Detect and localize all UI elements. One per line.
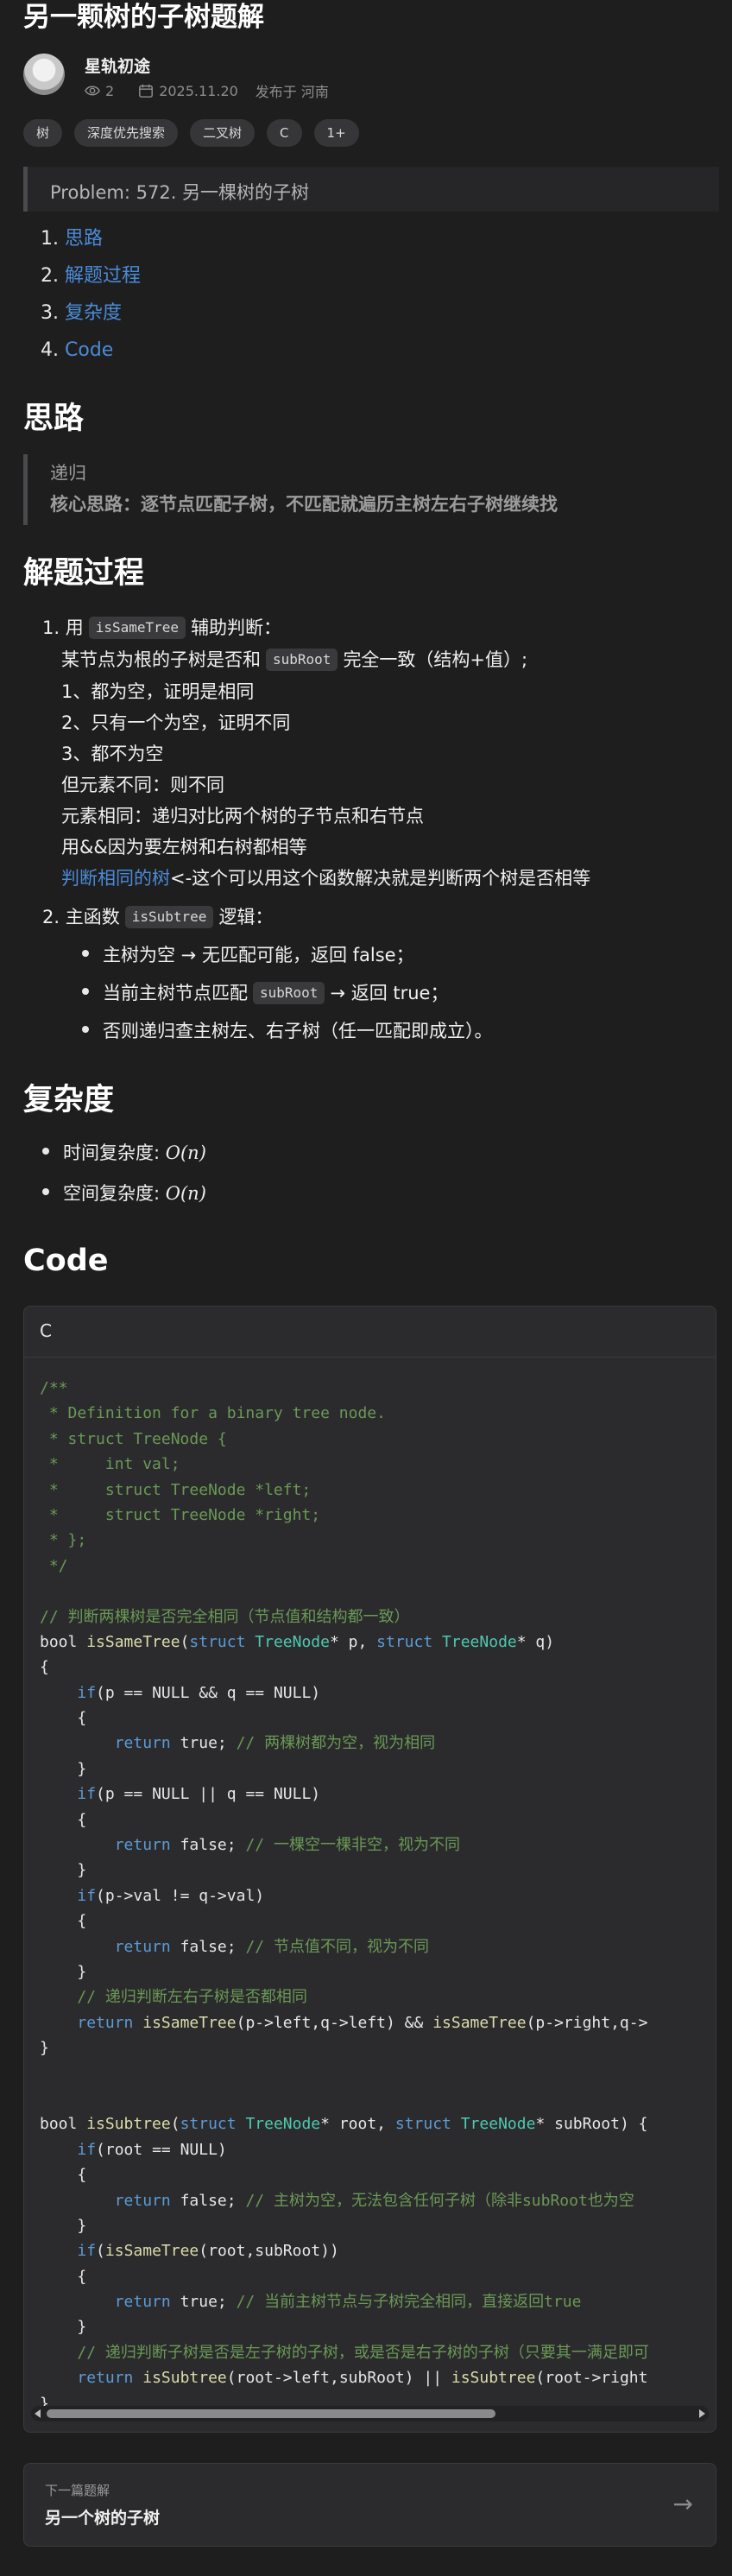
space-complexity: O(n)	[165, 1183, 206, 1204]
code-block-header: C	[24, 1307, 716, 1358]
code-line: if(p == NULL || q == NULL)	[77, 1785, 321, 1804]
toc-link-idea[interactable]: 思路	[65, 228, 103, 250]
next-solution-label: 下一篇题解	[45, 2483, 110, 2498]
section-heading-idea: 思路	[23, 402, 85, 436]
table-of-contents: 1. 思路 2. 解题过程 3. 复杂度 4. Code	[41, 225, 141, 373]
author-name[interactable]: 星轨初途	[85, 54, 150, 77]
code-line: // 递归判断左右子树是否都相同	[77, 1988, 307, 2007]
code-line: return true; // 两棵树都为空，视为相同	[114, 1734, 436, 1753]
section-heading-process: 解题过程	[23, 556, 145, 591]
arrow-right-icon: →	[672, 2490, 693, 2518]
idea-quote-line2: 核心思路：逐节点匹配子树，不匹配就遍历主树左右子树继续找	[50, 494, 558, 515]
code-line: {	[40, 2267, 87, 2286]
code-line: {	[40, 1709, 87, 1728]
code-line: }	[40, 2318, 87, 2337]
code-line: * struct TreeNode {	[40, 1429, 227, 1448]
post-date: 2025.11.20	[159, 82, 238, 99]
code-line: * struct TreeNode *left;	[40, 1480, 312, 1499]
calendar-icon	[139, 84, 154, 98]
same-tree-link[interactable]: 判断相同的树	[61, 868, 170, 889]
tag-c[interactable]: C	[267, 119, 302, 147]
toc-link-process[interactable]: 解题过程	[65, 265, 141, 287]
next-solution-title: 另一个树的子树	[45, 2509, 161, 2528]
toc-item: 2. 解题过程	[41, 265, 142, 287]
code-line: bool isSameTree(struct TreeNode* p, stru…	[40, 1632, 555, 1651]
toc-item: 3. 复杂度	[41, 302, 123, 324]
scroll-right-arrow-icon[interactable]	[699, 2409, 705, 2418]
code-line: if(p->val != q->val)	[77, 1886, 265, 1905]
code-line: return false; // 节点值不同，视为不同	[114, 1937, 429, 1956]
post-meta: 2 2025.11.20 发布于 河南	[85, 80, 329, 101]
code-line: * struct TreeNode *right;	[40, 1505, 321, 1524]
code-line: if(isSameTree(root,subRoot))	[77, 2242, 339, 2261]
inline-code: subRoot	[266, 649, 338, 671]
toc-link-code[interactable]: Code	[65, 339, 113, 361]
idea-quote-line1: 递归	[50, 463, 86, 484]
code-line: }	[40, 1861, 87, 1880]
toc-link-complexity[interactable]: 复杂度	[65, 302, 122, 324]
code-line: }	[40, 2039, 49, 2058]
section-heading-code: Code	[23, 1244, 109, 1278]
page-title: 另一颗树的子树题解	[23, 2, 264, 33]
code-line: * };	[40, 1531, 87, 1550]
inline-code: isSubtree	[124, 906, 214, 928]
code-line: }	[40, 1759, 87, 1778]
tag-list: 树 深度优先搜索 二叉树 C 1+	[23, 119, 359, 147]
scroll-left-arrow-icon[interactable]	[35, 2409, 41, 2418]
code-line: {	[40, 1912, 87, 1931]
code-line: bool isSubtree(struct TreeNode* root, st…	[40, 2115, 648, 2134]
inline-code: subRoot	[253, 982, 325, 1004]
idea-quote: 递归 核心思路：逐节点匹配子树，不匹配就遍历主树左右子树继续找	[23, 454, 719, 525]
code-language: C	[40, 1320, 52, 1341]
tag-binary-tree[interactable]: 二叉树	[190, 119, 256, 147]
tag-tree[interactable]: 树	[23, 119, 63, 147]
code-line: if(root == NULL)	[77, 2140, 227, 2159]
next-solution-card[interactable]: 下一篇题解 另一个树的子树 →	[23, 2463, 716, 2547]
code-line: return false; // 一棵空一棵非空，视为不同	[114, 1836, 460, 1855]
code-line: return isSameTree(p->left,q->left) && is…	[77, 2013, 648, 2032]
problem-quote: Problem: 572. 另一棵树的子树	[23, 167, 719, 212]
code-line: {	[40, 1810, 87, 1829]
scrollbar-thumb[interactable]	[47, 2409, 495, 2418]
time-complexity: O(n)	[165, 1142, 206, 1163]
code-line: return false; // 主树为空，无法包含任何子树（除非subRoot…	[114, 2191, 634, 2210]
section-heading-complexity: 复杂度	[23, 1083, 115, 1117]
code-line: {	[40, 2166, 87, 2185]
code-block: C /** * Definition for a binary tree nod…	[23, 1306, 716, 2433]
problem-title: Problem: 572. 另一棵树的子树	[50, 182, 310, 203]
code-line: * int val;	[40, 1455, 180, 1474]
code-line: return true; // 当前主树节点与子树完全相同，直接返回true	[114, 2293, 582, 2312]
code-line: if(p == NULL && q == NULL)	[77, 1683, 321, 1702]
inline-code: isSameTree	[88, 617, 186, 639]
tag-more[interactable]: 1+	[313, 119, 359, 147]
eye-icon	[85, 85, 100, 96]
tag-dfs[interactable]: 深度优先搜索	[74, 119, 179, 147]
code-content[interactable]: /** * Definition for a binary tree node.…	[40, 1376, 716, 2416]
code-line: /**	[40, 1379, 68, 1397]
code-line: {	[40, 1658, 49, 1677]
code-line: */	[40, 1556, 68, 1575]
horizontal-scrollbar[interactable]	[31, 2406, 709, 2421]
code-line: * Definition for a binary tree node.	[40, 1404, 386, 1423]
code-line: // 递归判断子树是否是左子树的子树，或是否是右子树的子树（只要其一满足即可	[77, 2343, 649, 2362]
toc-item: 4. Code	[41, 339, 114, 361]
code-line: }	[40, 2216, 87, 2235]
code-line: // 判断两棵树是否完全相同（节点值和结构都一致）	[40, 1607, 410, 1626]
post-location: 发布于 河南	[255, 84, 329, 100]
code-line: return isSubtree(root->left,subRoot) || …	[77, 2369, 648, 2388]
view-count: 2	[105, 82, 115, 99]
toc-item: 1. 思路	[41, 228, 104, 250]
avatar[interactable]	[23, 54, 65, 95]
code-line: }	[40, 1962, 87, 1981]
